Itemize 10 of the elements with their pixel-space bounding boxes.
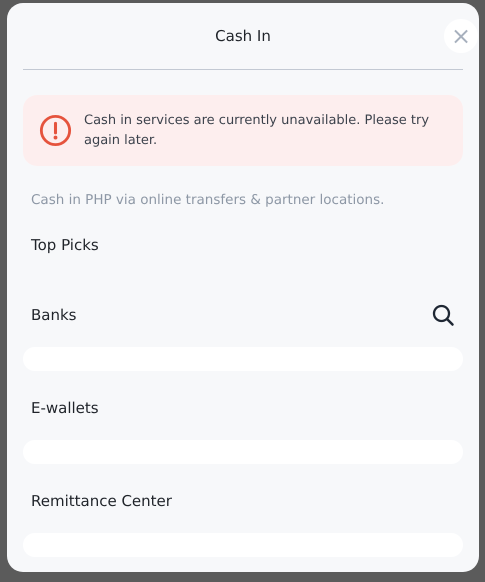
close-button[interactable]: ×: [444, 19, 478, 53]
section-heading: Banks: [31, 306, 76, 324]
section-heading: Top Picks: [31, 236, 99, 254]
description-text: Cash in PHP via online transfers & partner locations.: [31, 192, 386, 208]
warning-icon: [39, 114, 72, 147]
search-icon[interactable]: [431, 303, 455, 327]
section-heading: E-wallets: [31, 399, 99, 417]
section-heading: Remittance Center: [31, 492, 172, 510]
alert-message: Cash in services are currently unavailable. Please try again later.: [84, 112, 430, 150]
dialog-title: Cash In: [215, 27, 271, 45]
